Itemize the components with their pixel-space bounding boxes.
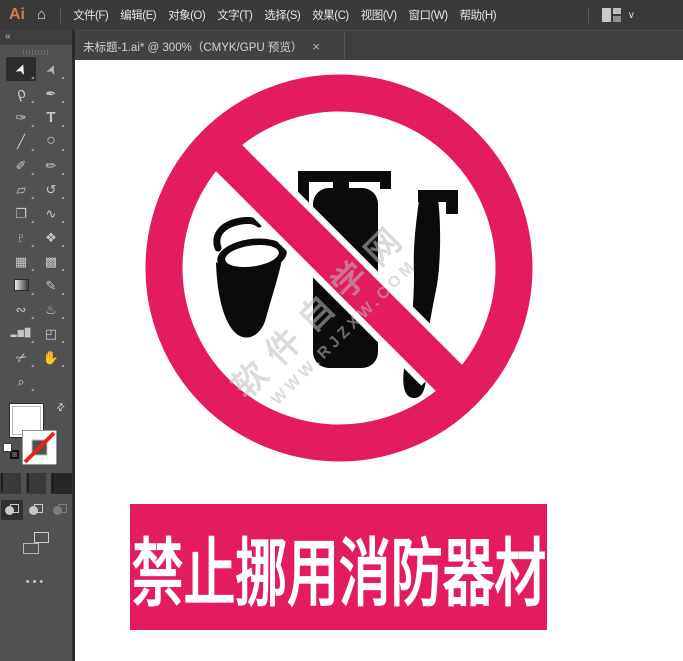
- tool-selection-tool[interactable]: ➤: [6, 57, 36, 81]
- rotate-tool-icon: ↺: [45, 181, 57, 197]
- shape-builder-tool-icon: ❖: [45, 229, 57, 245]
- toolbar-dock: « ➤ ➤ ρ ✒ ✑ T ╱ ○ ✐ ✏ ▱ ↺ ❐ ∿ ♇ ❖ ▦ ▩ ✎ ∾ ♨ ▂▆█ ◰ ✂ ✋ ⌕ ⇄: [0, 30, 75, 661]
- divider: [60, 7, 62, 23]
- paint-style-row: [0, 473, 73, 494]
- swap-fill-stroke-icon[interactable]: ⇄: [54, 401, 68, 415]
- selection-tool-icon: ➤: [11, 60, 31, 78]
- menu-h[interactable]: 帮助(H): [456, 10, 500, 22]
- edit-toolbar-button[interactable]: •••: [0, 576, 72, 588]
- artboard-canvas[interactable]: 软件自学网 WWW.RJZXW.COM 禁止挪用消防器材: [75, 60, 683, 661]
- tool-shape-builder-tool[interactable]: ❖: [36, 225, 66, 249]
- curvature-tool-icon: ✑: [15, 109, 27, 125]
- column-graph-tool-icon: ▂▆█: [10, 328, 32, 337]
- eyedropper-tool-icon: ✎: [45, 277, 57, 293]
- tool-direct-selection-tool[interactable]: ➤: [36, 57, 66, 81]
- toolbar-panel: ➤ ➤ ρ ✒ ✑ T ╱ ○ ✐ ✏ ▱ ↺ ❐ ∿ ♇ ❖ ▦ ▩ ✎ ∾ ♨ ▂▆█ ◰ ✂ ✋ ⌕ ⇄: [0, 45, 73, 661]
- change-screen-mode-button[interactable]: [23, 532, 49, 554]
- perspective-grid-tool-icon: ▦: [14, 253, 28, 269]
- line-segment-tool-icon: ╱: [17, 133, 25, 149]
- fill-with-none-button[interactable]: [51, 473, 73, 494]
- tool-mesh-tool[interactable]: ▩: [36, 249, 66, 273]
- menu-o[interactable]: 对象(O): [164, 10, 209, 22]
- stroke-color-swatch[interactable]: [22, 430, 57, 465]
- document-tab-bar: 未标题-1.ai* @ 300%（CMYK/GPU 预览） ×: [75, 30, 683, 61]
- menu-w[interactable]: 窗口(W): [405, 10, 452, 22]
- tool-puppet-warp-tool[interactable]: ♇: [6, 225, 36, 249]
- eraser-tool-icon: ▱: [15, 180, 27, 198]
- tool-eraser-tool[interactable]: ▱: [6, 177, 36, 201]
- tool-lasso-tool[interactable]: ρ: [6, 81, 36, 105]
- menu-bar: Ai ⌂ 文件(F) 编辑(E) 对象(O) 文字(T) 选择(S) 效果(C) 视图(V)…: [0, 0, 683, 30]
- tool-hand-tool[interactable]: ✋: [36, 345, 66, 369]
- tool-rotate-tool[interactable]: ↺: [36, 177, 66, 201]
- menu-v[interactable]: 视图(V): [357, 10, 401, 22]
- tool-scale-tool[interactable]: ❐: [6, 201, 36, 225]
- slice-tool-icon: ✂: [12, 347, 30, 367]
- scale-tool-icon: ❐: [15, 205, 27, 221]
- tool-artboard-tool[interactable]: ◰: [36, 321, 66, 345]
- draw-behind-button[interactable]: [25, 500, 47, 520]
- tool-pen-tool[interactable]: ✒: [36, 81, 66, 105]
- tool-symbol-sprayer-tool[interactable]: ♨: [36, 297, 66, 321]
- gradient-tool-icon: [13, 279, 29, 291]
- tool-paintbrush-tool[interactable]: ✐: [6, 153, 36, 177]
- sign-banner[interactable]: 禁止挪用消防器材: [130, 504, 547, 630]
- tool-grid: ➤ ➤ ρ ✒ ✑ T ╱ ○ ✐ ✏ ▱ ↺ ❐ ∿ ♇ ❖ ▦ ▩ ✎ ∾ ♨ ▂▆█ ◰ ✂ ✋ ⌕: [0, 57, 72, 393]
- divider: [587, 7, 589, 23]
- toolbar-header[interactable]: «: [0, 30, 72, 45]
- type-tool-icon: T: [46, 108, 56, 126]
- pencil-tool-icon: ✏: [45, 157, 57, 173]
- width-tool-icon: ∿: [45, 205, 57, 221]
- menu-s[interactable]: 选择(S): [260, 10, 304, 22]
- tool-gradient-tool[interactable]: [6, 273, 36, 297]
- fill-with-color-button[interactable]: [0, 473, 21, 494]
- menu-items: 文件(F) 编辑(E) 对象(O) 文字(T) 选择(S) 效果(C) 视图(V) 窗口(W)…: [67, 7, 502, 23]
- tool-eyedropper-tool[interactable]: ✎: [36, 273, 66, 297]
- blend-tool-icon: ∾: [15, 301, 27, 317]
- puppet-warp-tool-icon: ♇: [16, 229, 26, 245]
- zoom-tool-icon: ⌕: [17, 373, 25, 389]
- fill-with-gradient-button[interactable]: [25, 473, 47, 494]
- lasso-tool-icon: ρ: [14, 83, 28, 103]
- fill-stroke-widget: ⇄: [0, 401, 72, 469]
- workspace-layout-icon: [601, 8, 621, 22]
- tool-column-graph-tool[interactable]: ▂▆█: [6, 321, 36, 345]
- paintbrush-tool-icon: ✐: [15, 157, 27, 173]
- tool-slice-tool[interactable]: ✂: [6, 345, 36, 369]
- tool-ellipse-tool[interactable]: ○: [36, 129, 66, 153]
- direct-selection-tool-icon: ➤: [42, 61, 60, 77]
- tool-type-tool[interactable]: T: [36, 105, 66, 129]
- tool-pencil-tool[interactable]: ✏: [36, 153, 66, 177]
- tool-width-tool[interactable]: ∿: [36, 201, 66, 225]
- document-tab[interactable]: 未标题-1.ai* @ 300%（CMYK/GPU 预览） ×: [75, 32, 345, 61]
- tool-blend-tool[interactable]: ∾: [6, 297, 36, 321]
- document-tab-title: 未标题-1.ai* @ 300%（CMYK/GPU 预览）: [83, 41, 303, 54]
- menu-c[interactable]: 效果(C): [308, 10, 352, 22]
- mesh-tool-icon: ▩: [44, 253, 58, 269]
- chevron-down-icon: ∨: [627, 9, 635, 21]
- menu-f[interactable]: 文件(F): [69, 10, 112, 22]
- illustrator-logo: Ai: [9, 6, 25, 23]
- drawing-modes: [0, 500, 72, 520]
- sign-banner-text: 禁止挪用消防器材: [131, 531, 546, 615]
- artboard-tool-icon: ◰: [44, 325, 58, 341]
- menu-t[interactable]: 文字(T): [213, 10, 256, 22]
- default-fill-stroke-icon[interactable]: [3, 443, 19, 459]
- tool-line-segment-tool[interactable]: ╱: [6, 129, 36, 153]
- close-icon[interactable]: ×: [312, 39, 320, 54]
- toolbar-grip[interactable]: [23, 50, 49, 55]
- tool-curvature-tool[interactable]: ✑: [6, 105, 36, 129]
- illustrator-window: Ai ⌂ 文件(F) 编辑(E) 对象(O) 文字(T) 选择(S) 效果(C) 视图(V)…: [0, 0, 683, 661]
- tool-zoom-tool[interactable]: ⌕: [6, 369, 36, 393]
- symbol-sprayer-tool-icon: ♨: [45, 301, 57, 317]
- pen-tool-icon: ✒: [45, 85, 57, 101]
- workspace-switcher[interactable]: ∨: [582, 7, 635, 23]
- draw-inside-button[interactable]: [49, 500, 71, 520]
- draw-normal-button[interactable]: [1, 500, 23, 520]
- home-icon[interactable]: ⌂: [37, 6, 46, 23]
- ellipse-tool-icon: ○: [46, 132, 56, 149]
- hand-tool-icon: ✋: [42, 349, 60, 365]
- menu-e[interactable]: 编辑(E): [116, 10, 160, 22]
- tool-perspective-grid-tool[interactable]: ▦: [6, 249, 36, 273]
